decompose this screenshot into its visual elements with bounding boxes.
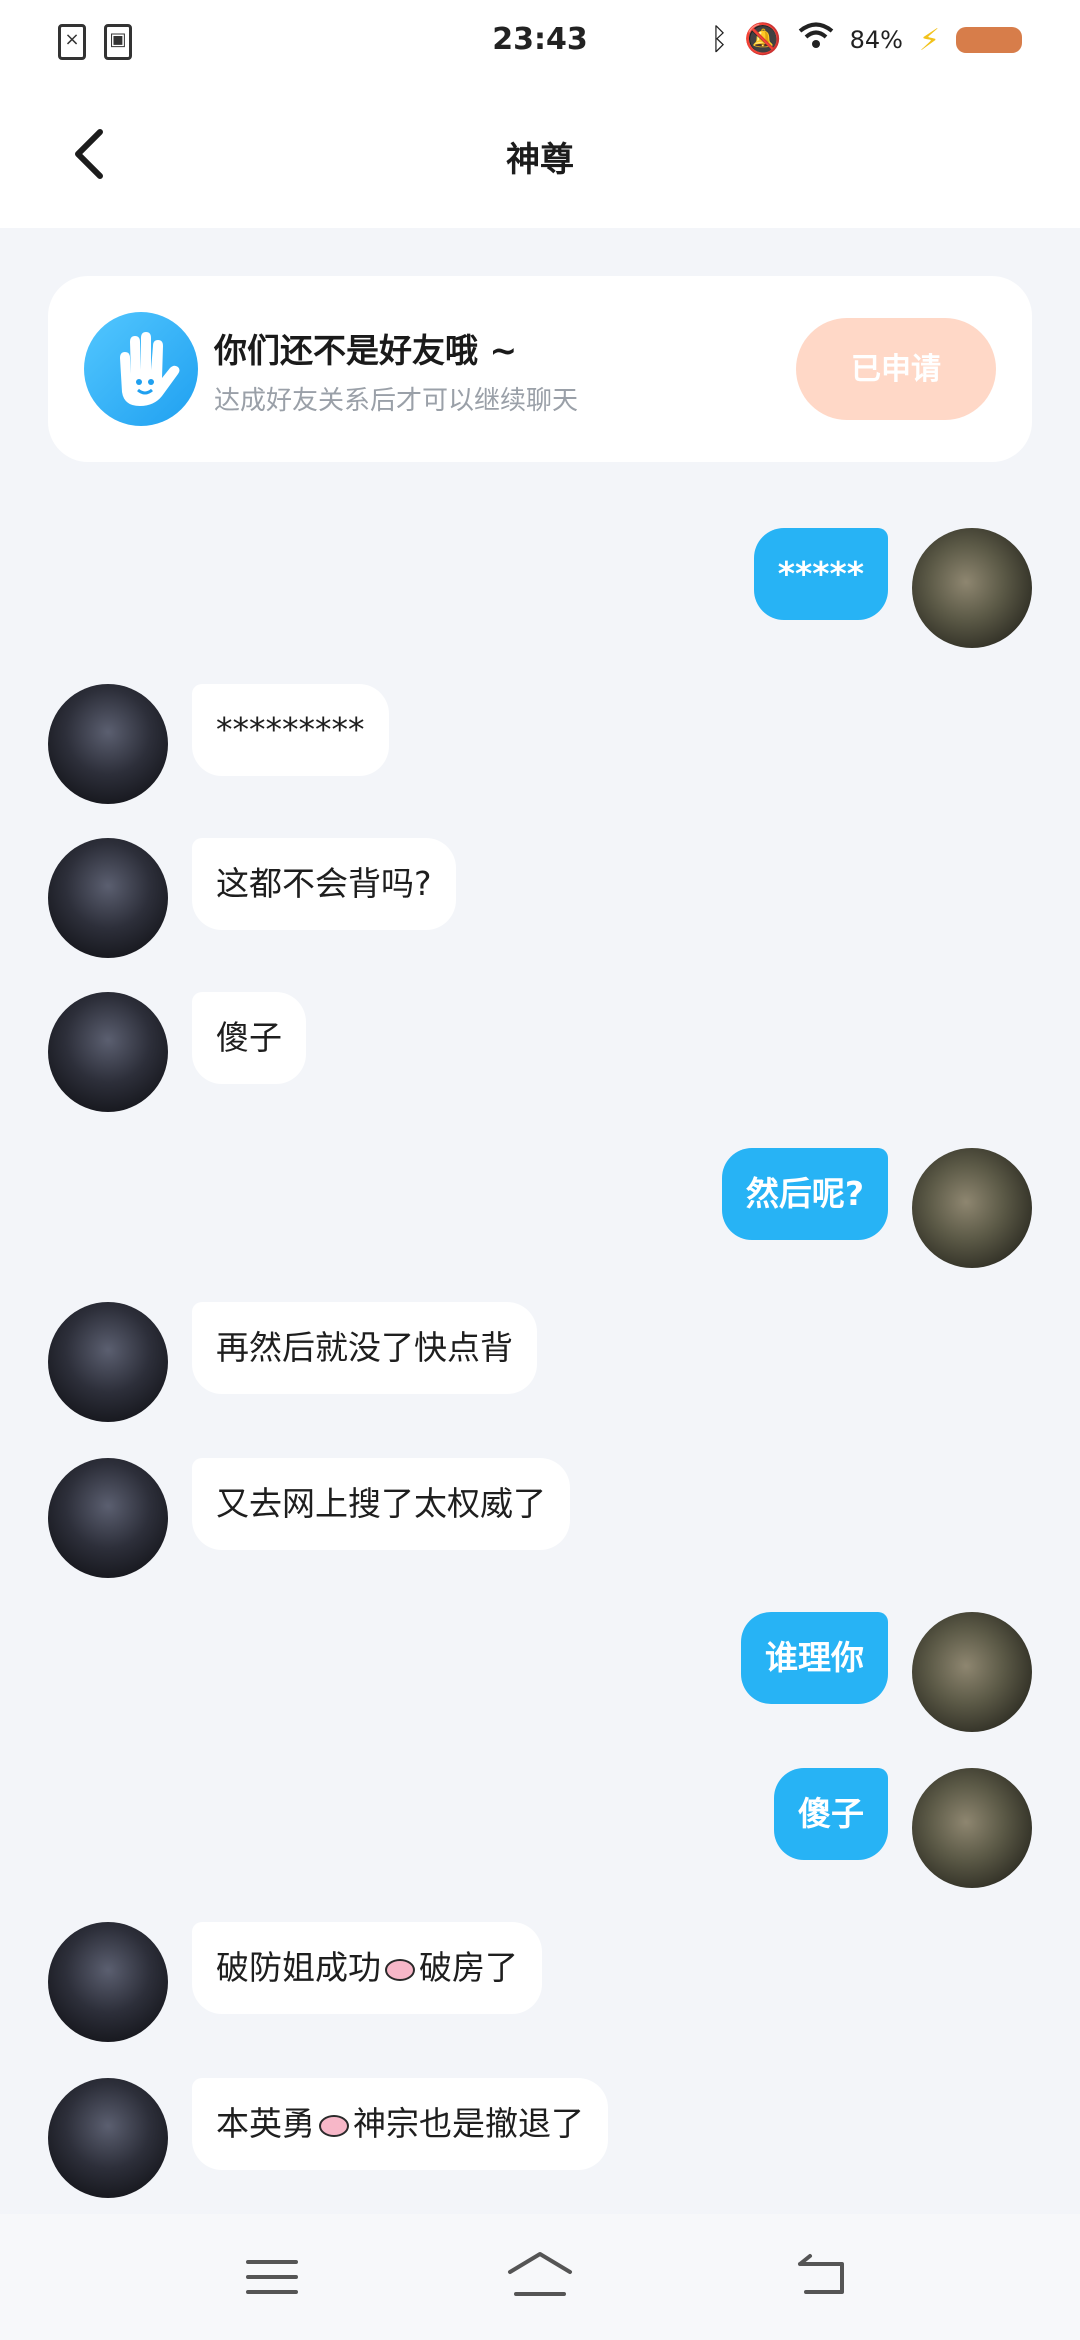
mute-icon: 🔕 [744, 22, 782, 57]
message-bubble[interactable]: 谁理你 [741, 1612, 888, 1704]
message-bubble[interactable]: 破防姐成功 破房了 [192, 1922, 542, 2014]
message-text: 神宗也是撤退了 [353, 2104, 584, 2143]
lips-emoji-icon [385, 1958, 415, 1981]
bluetooth-icon: ᛒ [710, 22, 729, 57]
message-bubble[interactable]: 然后呢? [721, 1148, 888, 1240]
message-text: 破防姐成功 [216, 1948, 381, 1987]
message-text: 破房了 [419, 1948, 518, 1987]
message-row: 本英勇 神宗也是撤退了 [0, 2078, 1080, 2198]
wifi-icon [798, 22, 834, 58]
avatar[interactable] [48, 684, 168, 804]
battery-percent: 84% [849, 26, 903, 54]
page-title: 神尊 [506, 140, 574, 180]
message-row: 傻子 [0, 1768, 1080, 1888]
message-bubble[interactable]: 本英勇 神宗也是撤退了 [192, 2078, 608, 2170]
message-row: 这都不会背吗? [0, 838, 1080, 958]
notice-subtitle: 达成好友关系后才可以继续聊天 [214, 386, 579, 416]
message-bubble[interactable]: ***** [753, 528, 888, 620]
message-row: ***** [0, 528, 1080, 648]
notice-title: 你们还不是好友哦 ~ [214, 331, 518, 370]
message-row: 破防姐成功 破房了 [0, 1922, 1080, 2042]
battery-icon [956, 27, 1022, 53]
not-friends-notice: 你们还不是好友哦 ~ 达成好友关系后才可以继续聊天 已申请 [48, 276, 1032, 462]
message-row: 又去网上搜了太权威了 [0, 1458, 1080, 1578]
avatar[interactable] [48, 1458, 168, 1578]
avatar[interactable] [912, 528, 1032, 648]
home-icon[interactable] [500, 2242, 580, 2312]
chat-header: 神尊 [0, 84, 1080, 228]
message-row: 谁理你 [0, 1612, 1080, 1732]
avatar[interactable] [48, 992, 168, 1112]
message-row: 再然后就没了快点背 [0, 1302, 1080, 1422]
avatar[interactable] [912, 1768, 1032, 1888]
message-row: ********* [0, 684, 1080, 804]
message-row: 傻子 [0, 992, 1080, 1112]
message-bubble[interactable]: 再然后就没了快点背 [192, 1302, 537, 1394]
avatar[interactable] [48, 2078, 168, 2198]
avatar[interactable] [912, 1148, 1032, 1268]
message-text: 本英勇 [216, 2104, 315, 2143]
avatar[interactable] [912, 1612, 1032, 1732]
lips-emoji-icon [319, 2114, 349, 2137]
menu-icon[interactable] [232, 2242, 312, 2312]
status-right-icons: ᛒ 🔕 84% ⚡ [710, 22, 1022, 58]
applied-button[interactable]: 已申请 [796, 318, 996, 420]
message-bubble[interactable]: 又去网上搜了太权威了 [192, 1458, 570, 1550]
message-bubble[interactable]: ********* [192, 684, 389, 776]
message-row: 然后呢? [0, 1148, 1080, 1268]
message-bubble[interactable]: 傻子 [774, 1768, 888, 1860]
back-icon[interactable] [782, 2242, 862, 2312]
message-bubble[interactable]: 这都不会背吗? [192, 838, 456, 930]
avatar[interactable] [48, 1922, 168, 2042]
system-navbar [0, 2214, 1080, 2340]
charging-icon: ⚡ [918, 22, 940, 58]
status-bar: × ▣ 23:43 ᛒ 🔕 84% ⚡ [0, 0, 1080, 84]
avatar[interactable] [48, 838, 168, 958]
avatar[interactable] [48, 1302, 168, 1422]
message-bubble[interactable]: 傻子 [192, 992, 306, 1084]
waving-hand-icon [84, 312, 198, 426]
